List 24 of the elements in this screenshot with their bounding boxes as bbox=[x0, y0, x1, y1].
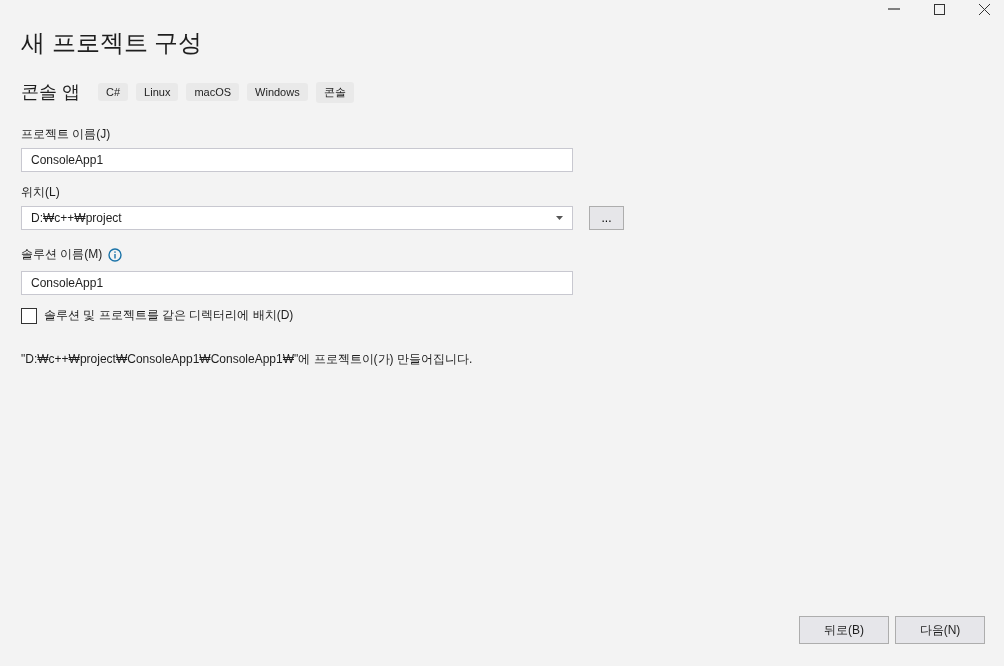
template-name: 콘솔 앱 bbox=[21, 81, 80, 104]
solution-name-field[interactable]: ConsoleApp1 bbox=[21, 271, 573, 295]
tag: 콘솔 bbox=[315, 81, 354, 103]
checkbox[interactable] bbox=[21, 307, 37, 324]
field-label: 프로젝트 이름(J) bbox=[21, 126, 111, 142]
path-note: "D:₩c++₩project₩ConsoleApp1₩ConsoleApp1₩"에 프로젝트이(가) 만들어집니다. bbox=[21, 351, 473, 368]
close-icon[interactable] bbox=[979, 3, 990, 15]
tag: Windows bbox=[247, 83, 308, 101]
info-icon[interactable] bbox=[108, 247, 123, 262]
tag: Linux bbox=[136, 83, 179, 101]
maximize-icon[interactable] bbox=[934, 3, 945, 15]
field-label: 위치(L) bbox=[21, 184, 60, 200]
field-label: 솔루션 이름(M) bbox=[21, 246, 103, 263]
tag: C# bbox=[98, 83, 129, 101]
tag: macOS bbox=[186, 83, 240, 101]
browse-button[interactable]: ... bbox=[589, 206, 624, 230]
checkbox-label: 솔루션 및 프로젝트를 같은 디렉터리에 배치(D) bbox=[44, 307, 294, 324]
location-value: D:₩c++₩project bbox=[31, 211, 122, 225]
dropdown-caret-icon[interactable] bbox=[556, 216, 563, 220]
next-button[interactable]: 다음(N) bbox=[895, 616, 985, 644]
location-dropdown[interactable]: D:₩c++₩project bbox=[21, 206, 573, 230]
page-title: 새 프로젝트 구성 bbox=[21, 28, 203, 58]
project-name-field[interactable]: ConsoleApp1 bbox=[21, 148, 573, 172]
back-button[interactable]: 뒤로(B) bbox=[799, 616, 889, 644]
